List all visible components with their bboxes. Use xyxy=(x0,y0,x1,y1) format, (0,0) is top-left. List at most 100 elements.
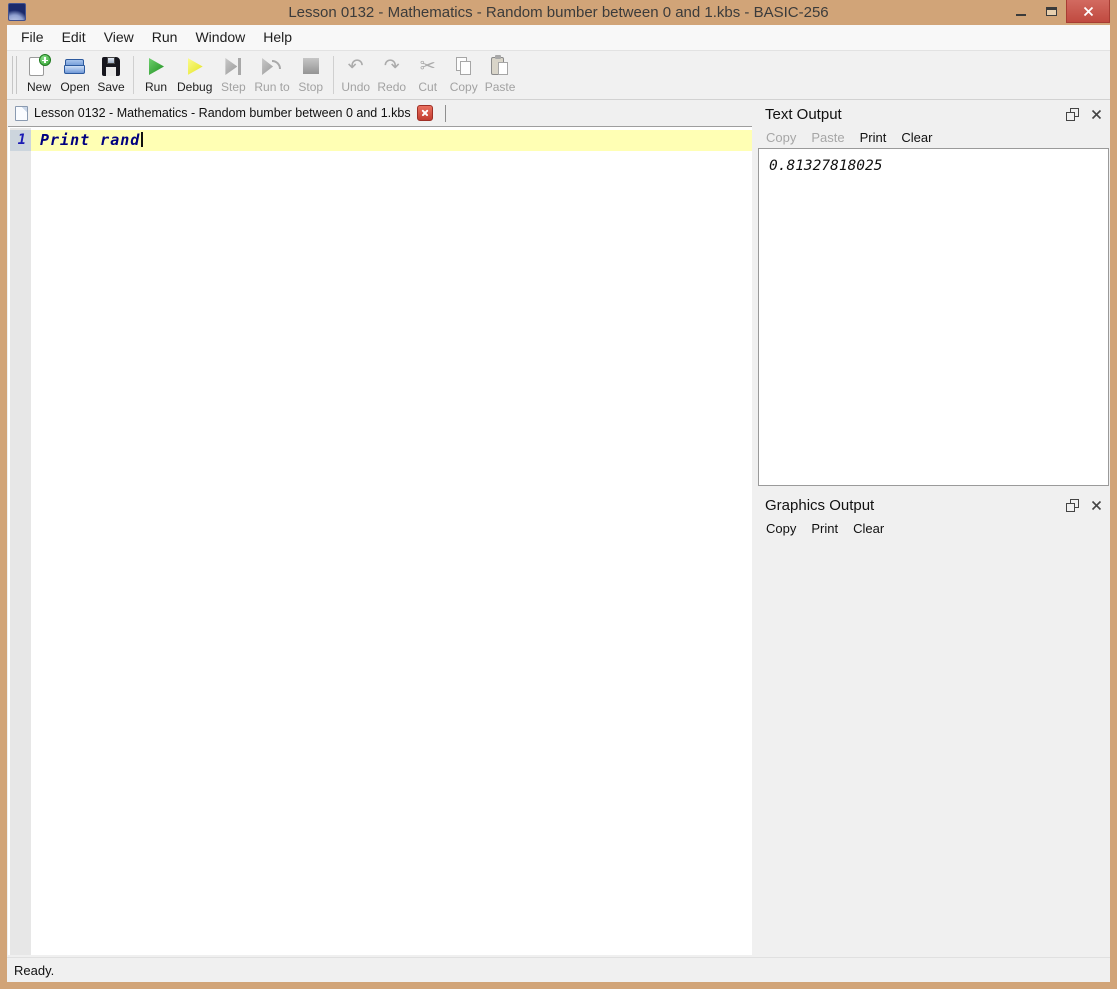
text-output-clear-button[interactable]: Clear xyxy=(901,130,932,145)
close-icon xyxy=(1083,6,1094,17)
maximize-icon xyxy=(1046,7,1057,16)
run-to-icon xyxy=(259,54,285,79)
toolbar-button-undo: ↶ Undo xyxy=(338,51,374,99)
graphics-output-panel: Graphics Output Copy xyxy=(758,491,1110,957)
text-output-print-button[interactable]: Print xyxy=(860,130,887,145)
toolbar-button-save[interactable]: Save xyxy=(93,51,129,99)
toolbar-label: Cut xyxy=(418,80,437,94)
title-bar: Lesson 0132 - Mathematics - Random bumbe… xyxy=(0,0,1117,25)
toolbar-label: Debug xyxy=(177,80,212,94)
menu-file[interactable]: File xyxy=(12,25,53,50)
menu-run[interactable]: Run xyxy=(143,25,187,50)
debug-play-icon xyxy=(182,54,208,79)
redo-icon: ↷ xyxy=(379,54,405,79)
toolbar-label: Save xyxy=(97,80,124,94)
code-line[interactable]: 1 Print rand xyxy=(10,130,752,151)
toolbar-button-redo: ↷ Redo xyxy=(374,51,410,99)
float-panel-icon[interactable] xyxy=(1066,499,1079,512)
float-panel-icon[interactable] xyxy=(1066,108,1079,121)
code-content: Print rand xyxy=(40,131,140,149)
toolbar-label: Undo xyxy=(341,80,370,94)
menu-help[interactable]: Help xyxy=(254,25,301,50)
maximize-button[interactable] xyxy=(1036,0,1066,22)
code-text: Print rand xyxy=(31,130,752,151)
text-output-header: Text Output xyxy=(758,100,1110,124)
line-number-gutter xyxy=(10,128,31,955)
toolbar-button-paste: Paste xyxy=(482,51,519,99)
menu-view[interactable]: View xyxy=(95,25,143,50)
graphics-output-toolbar: Copy Print Clear xyxy=(758,517,1110,540)
save-floppy-icon xyxy=(98,54,124,79)
toolbar-button-step: Step xyxy=(215,51,251,99)
toolbar-label: New xyxy=(27,80,51,94)
document-icon xyxy=(15,106,28,121)
toolbar-button-run[interactable]: Run xyxy=(138,51,174,99)
app-icon xyxy=(8,3,26,21)
toolbar-label: Stop xyxy=(298,80,323,94)
toolbar-button-new[interactable]: New xyxy=(21,51,57,99)
tabbar-separator xyxy=(445,105,446,122)
main-area: Lesson 0132 - Mathematics - Random bumbe… xyxy=(7,100,1110,957)
toolbar-label: Step xyxy=(221,80,246,94)
tab-current-file[interactable]: Lesson 0132 - Mathematics - Random bumbe… xyxy=(8,101,439,125)
toolbar-label: Run xyxy=(145,80,167,94)
toolbar-separator xyxy=(333,56,334,94)
stop-icon xyxy=(298,54,324,79)
toolbar-separator xyxy=(133,56,134,94)
close-panel-icon[interactable] xyxy=(1091,500,1102,511)
code-editor[interactable]: 1 Print rand xyxy=(8,126,752,955)
tab-bar: Lesson 0132 - Mathematics - Random bumbe… xyxy=(8,100,752,126)
toolbar-button-open[interactable]: Open xyxy=(57,51,93,99)
editor-pane: Lesson 0132 - Mathematics - Random bumbe… xyxy=(8,100,752,955)
window-controls xyxy=(1006,0,1110,23)
text-output-panel: Text Output Copy xyxy=(758,100,1110,487)
graphics-output-clear-button[interactable]: Clear xyxy=(853,521,884,536)
paste-icon xyxy=(487,54,513,79)
line-number: 1 xyxy=(10,130,31,151)
toolbar-button-debug[interactable]: Debug xyxy=(174,51,215,99)
toolbar-drag-handle[interactable] xyxy=(12,56,17,94)
side-panels: Text Output Copy xyxy=(758,100,1110,957)
toolbar-button-copy: Copy xyxy=(446,51,482,99)
panel-title: Graphics Output xyxy=(765,497,1066,514)
window-title: Lesson 0132 - Mathematics - Random bumbe… xyxy=(120,0,997,25)
panel-title: Text Output xyxy=(765,106,1066,123)
cut-icon: ✂ xyxy=(415,54,441,79)
new-file-icon xyxy=(26,54,52,79)
menu-bar: File Edit View Run Window Help xyxy=(7,25,1110,51)
close-panel-icon[interactable] xyxy=(1091,109,1102,120)
graphics-output-print-button[interactable]: Print xyxy=(811,521,838,536)
toolbar-label: Copy xyxy=(450,80,478,94)
status-bar: Ready. xyxy=(7,957,1110,982)
status-text: Ready. xyxy=(14,963,54,978)
minimize-button[interactable] xyxy=(1006,0,1036,22)
text-output-toolbar: Copy Paste Print Clear xyxy=(758,126,1110,149)
step-icon xyxy=(220,54,246,79)
menu-window[interactable]: Window xyxy=(186,25,254,50)
app-window: Lesson 0132 - Mathematics - Random bumbe… xyxy=(0,0,1117,989)
open-folder-icon xyxy=(62,54,88,79)
close-button[interactable] xyxy=(1066,0,1110,23)
tab-label: Lesson 0132 - Mathematics - Random bumbe… xyxy=(34,106,411,120)
toolbar-label: Open xyxy=(60,80,89,94)
text-output-copy-button: Copy xyxy=(766,130,796,145)
window-content: File Edit View Run Window Help New Open … xyxy=(7,25,1110,982)
toolbar-button-cut: ✂ Cut xyxy=(410,51,446,99)
toolbar-button-stop: Stop xyxy=(293,51,329,99)
copy-icon xyxy=(451,54,477,79)
graphics-output-header: Graphics Output xyxy=(758,491,1110,515)
toolbar-button-run-to: Run to xyxy=(251,51,292,99)
menu-edit[interactable]: Edit xyxy=(53,25,95,50)
text-output-value: 0.81327818025 xyxy=(769,158,883,174)
text-caret xyxy=(141,132,143,147)
minimize-icon xyxy=(1016,14,1026,16)
tab-close-button[interactable] xyxy=(417,105,433,121)
tool-bar: New Open Save Run Debug Step xyxy=(7,51,1110,100)
undo-icon: ↶ xyxy=(343,54,369,79)
graphics-output-copy-button[interactable]: Copy xyxy=(766,521,796,536)
toolbar-label: Paste xyxy=(485,80,516,94)
toolbar-label: Run to xyxy=(254,80,289,94)
run-play-icon xyxy=(143,54,169,79)
toolbar-label: Redo xyxy=(377,80,406,94)
text-output-area[interactable]: 0.81327818025 xyxy=(758,148,1109,486)
